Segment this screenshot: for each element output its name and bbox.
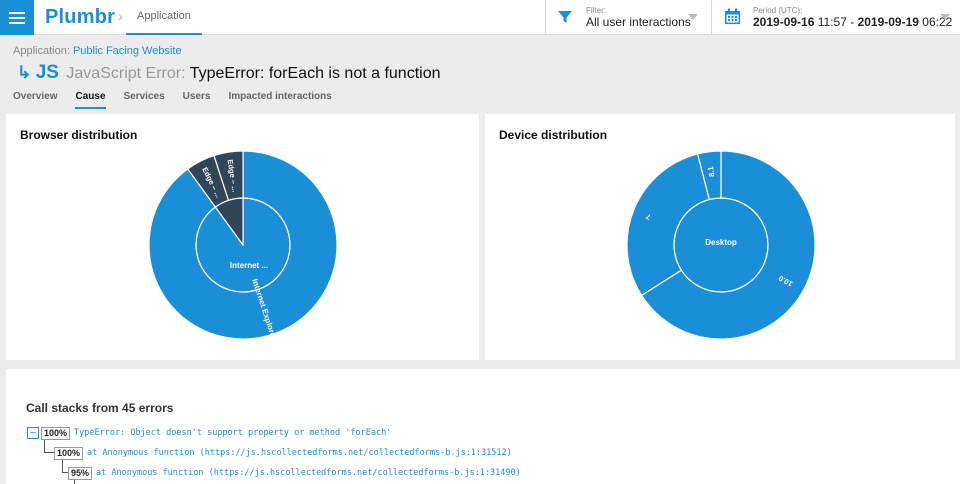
stack-frame-row: 95% at Anonymous function (https://js.hs… — [68, 466, 521, 480]
tab-users[interactable]: Users — [183, 91, 211, 109]
breadcrumb-chevron-icon: › — [118, 8, 123, 24]
slice-label: 8.1 — [706, 166, 716, 177]
calendar-icon — [725, 8, 740, 24]
browser-distribution-card: Browser distribution Internet Explorer –… — [6, 114, 479, 360]
error-message: TypeError: forEach is not a function — [189, 65, 441, 82]
period-label: Period (UTC): — [753, 6, 803, 15]
frame-text[interactable]: at Anonymous function (https://js.hscoll… — [96, 468, 521, 478]
frame-text[interactable]: TypeError: Object doesn't support proper… — [74, 428, 391, 438]
tab-impacted-interactions[interactable]: Impacted interactions — [228, 91, 331, 109]
tab-services[interactable]: Services — [124, 91, 165, 109]
frame-text[interactable]: at Anonymous function (https://js.hscoll… — [87, 448, 512, 458]
period-caret-icon — [940, 14, 950, 20]
center-label: Internet ... — [230, 261, 268, 270]
application-line: Application: Public Facing Website — [13, 45, 182, 57]
hamburger-menu-icon[interactable] — [0, 0, 34, 35]
divider — [545, 0, 546, 35]
call-stacks-title: Call stacks from 45 errors — [26, 401, 174, 415]
device-sunburst-chart: 10.078.1Desktop — [626, 150, 816, 340]
call-stacks-card: Call stacks from 45 errors − 100% TypeEr… — [6, 369, 960, 484]
device-distribution-card: Device distribution 10.0 7 8.1 Desktop — [485, 114, 955, 360]
filter-caret-icon — [688, 14, 698, 20]
top-bar: Plumbr › Application Filter: All user in… — [0, 0, 960, 35]
filter-label: Filter: — [586, 6, 606, 15]
error-kind: JavaScript Error: — [66, 65, 186, 82]
return-arrow-icon: ↳ — [17, 63, 32, 82]
filter-value: All user interactions — [586, 15, 691, 29]
period-value: 2019-09-16 11:57 - 2019-09-19 06:22 — [753, 15, 953, 29]
tab-overview[interactable]: Overview — [13, 91, 57, 109]
collapse-toggle-icon[interactable]: − — [27, 427, 39, 439]
page-title: ↳ JS JavaScript Error: TypeError: forEac… — [17, 62, 441, 84]
filter-funnel-icon — [558, 11, 572, 23]
frame-percent: 100% — [41, 426, 71, 440]
divider — [711, 0, 712, 35]
tab-cause[interactable]: Cause — [75, 91, 106, 109]
tab-bar: Overview Cause Services Users Impacted i… — [13, 91, 332, 109]
center-label: Desktop — [705, 238, 737, 247]
stack-frame-row: − 100% TypeError: Object doesn't support… — [27, 426, 391, 440]
plumbr-logo[interactable]: Plumbr — [45, 6, 115, 29]
tree-connector — [44, 440, 54, 453]
tree-connector — [74, 480, 75, 484]
browser-sunburst-chart: Internet Explorer – 11.0Edge – ... Edge –… — [148, 150, 338, 360]
stack-frame-row: 100% at Anonymous function (https://js.h… — [54, 446, 512, 460]
application-link[interactable]: Public Facing Website — [73, 45, 182, 57]
js-badge: JS — [35, 62, 59, 83]
frame-percent: 100% — [54, 446, 84, 460]
breadcrumb-application[interactable]: Application — [126, 0, 202, 35]
frame-percent: 95% — [68, 466, 93, 480]
